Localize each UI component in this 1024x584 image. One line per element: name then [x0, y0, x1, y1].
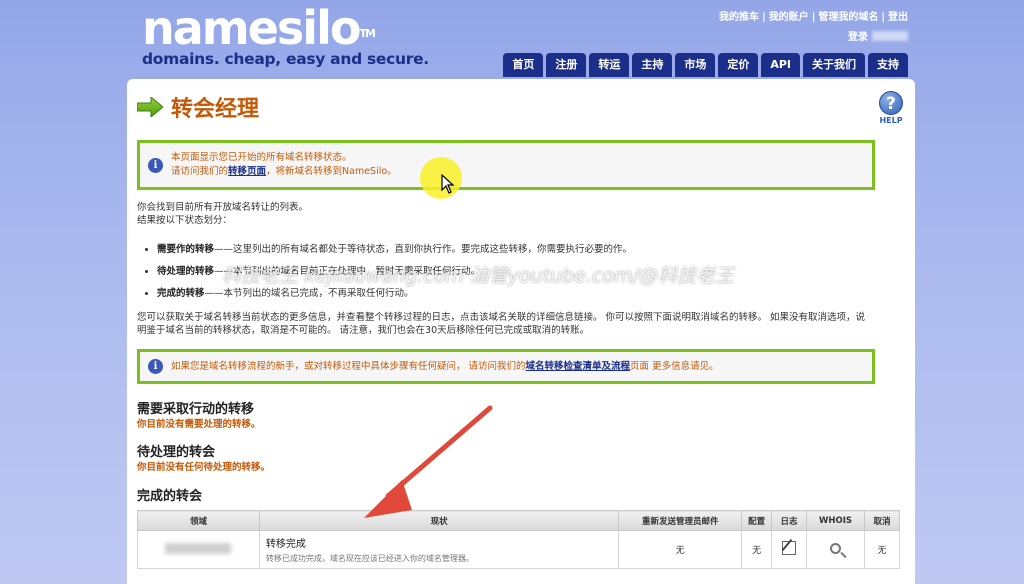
details-line-2: 明鉴于域名当前的转移状态，取消是不可能的。 请注意，我们也会在30天后移除任何已… — [137, 325, 590, 336]
red-annotation-arrow-icon — [364, 405, 493, 518]
green-arrow-icon — [137, 97, 163, 117]
list-item: 需要作的转移——这里列出的所有域名都处于等待状态，直到你执行作。要完成这些转移，… — [157, 241, 632, 255]
separator: | — [811, 12, 816, 23]
nav-hosting[interactable]: 主持 — [632, 53, 673, 77]
completed-transfers-table: 领域 现状 重新发送管理员邮件 配置 日志 WHOIS 取消 转移完成 转移已成… — [137, 510, 901, 569]
help-button[interactable]: ? HELP — [879, 91, 903, 125]
log-cell[interactable] — [771, 530, 808, 569]
toplink-account[interactable]: 我的账户 — [769, 12, 809, 23]
table-row: 转移完成 转移已成功完成，域名现在应该已经进入你的域名管理器。 无 无 无 — [137, 530, 901, 569]
whois-magnifier-icon[interactable] — [830, 542, 841, 554]
info-notice-newcomers: i 如果您是域名转移流程的新手，或对转移过程中具体步骤有任何疑问， 请访问我们的… — [137, 349, 875, 384]
notice-line-1: 本页面显示您已开始的所有域名转移状态。 — [171, 152, 352, 163]
col-header-whois: WHOIS — [806, 510, 865, 531]
nav-marketplace[interactable]: 市场 — [675, 53, 716, 77]
namesilo-logo[interactable]: namesiloTM domains. cheap, easy and secu… — [142, 4, 429, 68]
col-header-log: 日志 — [771, 510, 808, 531]
section-title-completed: 完成的转会 — [137, 489, 203, 504]
page-heading: 转会经理 — [171, 97, 260, 122]
nav-api[interactable]: API — [761, 53, 800, 77]
col-header-resend-email: 重新发送管理员邮件 — [618, 510, 743, 531]
intro-line-2: 结果按以下状态划分： — [137, 215, 233, 226]
col-header-config: 配置 — [741, 510, 773, 531]
content-panel: 转会经理 ? HELP i 本页面显示您已开始的所有域名转移状态。 请访问我们的… — [127, 79, 915, 584]
section-title-pending: 待处理的转会 — [137, 445, 216, 460]
notice-text: 本页面显示您已开始的所有域名转移状态。 请访问我们的转移页面，将新域名转移到Na… — [171, 151, 397, 179]
main-nav: 首页 注册 转运 主持 市场 定价 API 关于我们 支持 — [503, 53, 908, 77]
details-line-1: 您可以获取关于域名转移当前状态的更多信息，并查看整个转移过程的日志，点击该域名关… — [137, 312, 866, 323]
section-empty-action-required: 你目前没有需要处理的转移。 — [137, 419, 261, 430]
nav-register[interactable]: 注册 — [546, 53, 587, 77]
transfer-page-link[interactable]: 转移页面 — [228, 166, 266, 177]
username-redacted — [872, 30, 908, 41]
login-info: 登录 — [848, 28, 908, 43]
nav-home[interactable]: 首页 — [503, 53, 544, 77]
bullet-term: 需要作的转移 — [157, 244, 215, 255]
mouse-cursor-icon — [441, 174, 455, 194]
details-paragraph: 您可以获取关于域名转移当前状态的更多信息，并查看整个转移过程的日志，点击该域名关… — [137, 311, 907, 337]
bullet-term: 待处理的转移 — [157, 266, 215, 277]
info-icon: i — [148, 359, 163, 374]
toplink-cart[interactable]: 我的推车 — [719, 12, 759, 23]
login-label: 登录 — [848, 32, 868, 43]
col-header-domain: 领域 — [137, 510, 260, 531]
resend-email-cell: 无 — [618, 530, 743, 569]
bullet-term: 完成的转移 — [157, 288, 205, 299]
logo-trademark: TM — [359, 27, 376, 40]
whois-cell[interactable] — [806, 530, 865, 569]
logo-tagline: domains. cheap, easy and secure. — [142, 50, 429, 68]
notice-text: 如果您是域名转移流程的新手，或对转移过程中具体步骤有任何疑问， 请访问我们的域名… — [171, 360, 719, 374]
nav-support[interactable]: 支持 — [868, 53, 908, 77]
section-title-action-required: 需要采取行动的转移 — [137, 402, 255, 417]
domain-name-redacted — [165, 542, 232, 554]
col-header-cancel: 取消 — [863, 510, 901, 531]
bullet-desc: ——这里列出的所有域名都处于等待状态，直到你执行作。要完成这些转移，你需要执行必… — [214, 244, 633, 255]
section-empty-pending: 你目前没有任何待处理的转移。 — [137, 462, 271, 473]
notice-line-2-pre: 请访问我们的 — [171, 166, 229, 177]
notice2-post: 页面 更多信息请见。 — [630, 360, 719, 372]
nav-about[interactable]: 关于我们 — [803, 53, 865, 77]
notice-line-2: 请访问我们的转移页面，将新域名转移到NameSilo。 — [171, 165, 397, 179]
help-label: HELP — [879, 116, 903, 125]
log-edit-icon[interactable] — [782, 541, 797, 555]
config-cell: 无 — [741, 530, 773, 569]
logo-text: namesilo — [142, 1, 361, 55]
notice-line-2-post: ，将新域名转移到NameSilo。 — [266, 166, 397, 177]
bullet-desc: ——本节列出的域名已完成，不再采取任何行动。 — [204, 288, 414, 299]
cancel-cell: 无 — [863, 530, 901, 569]
page-title: 转会经理 — [137, 91, 259, 123]
status-cell: 转移完成 转移已成功完成，域名现在应该已经进入你的域名管理器。 — [258, 530, 620, 569]
status-title: 转移完成 — [265, 539, 306, 550]
separator: | — [881, 12, 885, 23]
table-header-row: 领域 现状 重新发送管理员邮件 配置 日志 WHOIS 取消 — [137, 510, 901, 531]
status-description: 转移已成功完成，域名现在应该已经进入你的域名管理器。 — [265, 554, 474, 563]
toplink-logout[interactable]: 登出 — [888, 12, 908, 23]
notice2-pre: 如果您是域名转移流程的新手，或对转移过程中具体步骤有任何疑问， 请访问我们的 — [171, 360, 526, 372]
nav-transfer[interactable]: 转运 — [589, 53, 630, 77]
toplink-manage-domains[interactable]: 管理我的域名 — [818, 12, 878, 23]
info-notice-transfers: i 本页面显示您已开始的所有域名转移状态。 请访问我们的转移页面，将新域名转移到… — [137, 140, 875, 190]
top-links: 我的推车 | 我的账户 | 管理我的域名 | 登出 — [719, 8, 908, 23]
intro-text: 你会找到目前所有开放域名转让的列表。 结果按以下状态划分： — [137, 201, 308, 227]
help-icon: ? — [879, 91, 903, 115]
info-icon: i — [148, 157, 163, 173]
intro-line-1: 你会找到目前所有开放域名转让的列表。 — [137, 202, 309, 213]
nav-pricing[interactable]: 定价 — [718, 53, 759, 77]
transfer-checklist-link[interactable]: 域名转移检查清单及流程 — [526, 361, 631, 372]
separator: | — [762, 12, 766, 23]
watermark-text: 科技老王 kejilaowang.com 油管youtube.com/@科技老王 — [222, 265, 734, 287]
domain-cell[interactable] — [137, 530, 260, 569]
